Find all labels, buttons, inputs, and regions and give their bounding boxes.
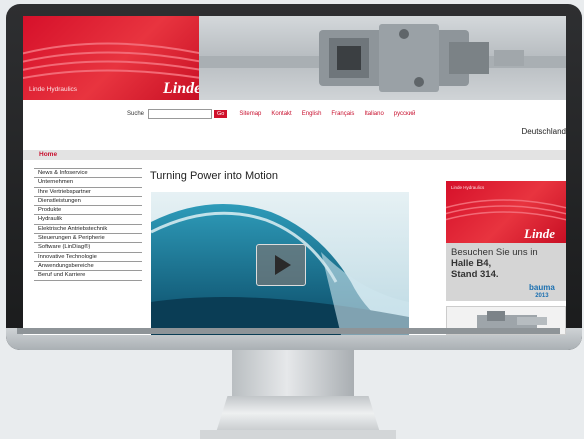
banner-linde-logo: Linde	[524, 226, 556, 241]
link-english[interactable]: English	[302, 111, 322, 117]
breadcrumb: Home	[23, 150, 566, 160]
banner-line-1: Besuchen Sie uns in	[451, 247, 538, 258]
search-go-button[interactable]: Go	[214, 110, 228, 118]
hydraulic-pump-graphic	[199, 24, 566, 92]
bauma-logo: bauma 2013	[529, 284, 555, 300]
monitor-screen-wrap: Linde Hydraulics Linde Suche Go Sitemap …	[6, 4, 582, 350]
link-russian[interactable]: русский	[394, 111, 416, 117]
sidebar-item-hydraulik[interactable]: Hydraulik	[34, 215, 142, 225]
sidebar-item-news[interactable]: News & Infoservice	[34, 168, 142, 179]
search-label: Suche	[127, 111, 145, 117]
page-title: Turning Power into Motion	[150, 170, 278, 182]
stand-shadow	[200, 430, 396, 439]
header-product-image	[199, 16, 566, 100]
sidebar-item-technologie[interactable]: Innovative Technologie	[34, 253, 142, 262]
linde-logo: Linde	[163, 80, 199, 97]
header-brand-panel[interactable]: Linde Hydraulics Linde	[23, 16, 199, 100]
sidebar-item-vertriebspartner[interactable]: Ihre Vertriebspartner	[34, 188, 142, 197]
breadcrumb-home[interactable]: Home	[39, 151, 57, 158]
play-icon[interactable]	[256, 244, 306, 286]
sidebar-item-antriebstechnik[interactable]: Elektrische Antriebstechnik	[34, 225, 142, 235]
sidebar-item-karriere[interactable]: Beruf und Karriere	[34, 271, 142, 281]
banner-text: Besuchen Sie uns in Halle B4, Stand 314.	[451, 247, 563, 280]
sidebar-item-produkte[interactable]: Produkte	[34, 206, 142, 216]
banner-line-2: Halle B4,	[451, 258, 492, 269]
country-selector[interactable]: Deutschland	[522, 127, 566, 136]
link-italiano[interactable]: Italiano	[364, 111, 383, 117]
sidebar-item-dienstleistungen[interactable]: Dienstleistungen	[34, 197, 142, 207]
search-input[interactable]	[148, 109, 213, 119]
banner-line-3: Stand 314.	[451, 269, 499, 280]
link-sitemap[interactable]: Sitemap	[239, 111, 261, 117]
header-brand-text: Linde Hydraulics	[29, 86, 78, 93]
sidebar-item-anwendungsbereiche[interactable]: Anwendungsbereiche	[34, 262, 142, 272]
link-francais[interactable]: Français	[331, 111, 354, 117]
sidebar-item-software[interactable]: Software (LinDiag®)	[34, 243, 142, 253]
banner-brand-panel: Linde Hydraulics Linde	[446, 181, 566, 243]
banner-brand-text: Linde Hydraulics	[451, 185, 485, 190]
bauma-logo-text: bauma	[529, 283, 555, 292]
monitor-stand-neck	[232, 350, 354, 398]
sidebar-item-steuerungen[interactable]: Steuerungen & Peripherie	[34, 234, 142, 244]
site-header: Linde Hydraulics Linde	[23, 16, 566, 100]
link-kontakt[interactable]: Kontakt	[271, 111, 291, 117]
bauma-logo-year: 2013	[535, 293, 549, 299]
video-player[interactable]	[151, 192, 409, 335]
monitor-chin-edge	[17, 328, 560, 334]
sidebar-nav: News & Infoservice Unternehmen Ihre Vert…	[34, 168, 142, 281]
bauma-banner[interactable]: Linde Hydraulics Linde Besuchen Sie uns …	[446, 181, 566, 301]
top-navigation: Suche Go Sitemap Kontakt English Françai…	[127, 108, 425, 120]
sidebar-item-unternehmen[interactable]: Unternehmen	[34, 178, 142, 188]
browser-screen: Linde Hydraulics Linde Suche Go Sitemap …	[23, 16, 566, 335]
